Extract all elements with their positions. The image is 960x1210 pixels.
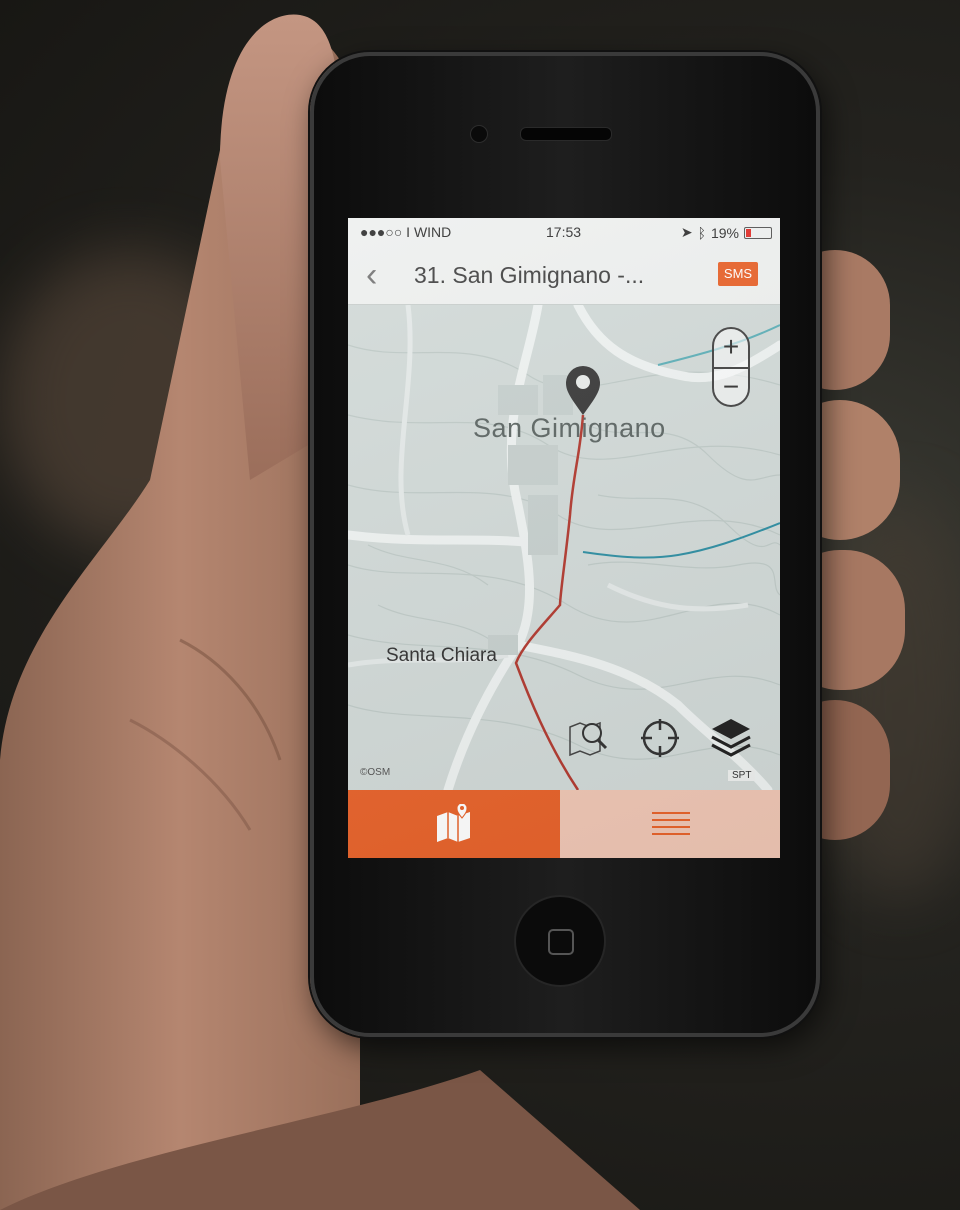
navigation-bar: ‹ 31. San Gimignano -... SMS [348, 246, 780, 305]
map-attribution: ©OSM [360, 767, 391, 778]
battery-icon [744, 226, 772, 239]
bluetooth-icon: ᛒ [697, 224, 706, 241]
status-bar: ●●●○○ I WIND 17:53 ➤ ᛒ 19% [348, 218, 780, 246]
battery-level [746, 228, 751, 237]
battery-percent: 19% [710, 224, 739, 241]
status-right: ➤ ᛒ 19% [681, 224, 772, 241]
map-view[interactable]: San Gimignano Santa Chiara + − SPT ©OSM [348, 305, 780, 790]
tab-list[interactable] [560, 790, 780, 858]
locate-crosshair-icon[interactable] [638, 716, 682, 760]
page-title: 31. San Gimignano -... [414, 262, 645, 288]
tab-bar [348, 790, 780, 858]
zoom-control: + − [712, 327, 750, 407]
phone-screen: ●●●○○ I WIND 17:53 ➤ ᛒ 19% ‹ 31. San Gim… [348, 218, 780, 858]
map-label-village: Santa Chiara [386, 645, 497, 666]
sms-button[interactable]: SMS [718, 262, 758, 286]
map-icon [437, 804, 470, 842]
home-button[interactable] [514, 895, 606, 987]
home-square-icon [548, 929, 574, 955]
clock: 17:53 [546, 224, 582, 240]
layer-badge: SPT [728, 770, 756, 781]
carrier-label: ●●●○○ I WIND [360, 224, 452, 240]
menu-icon [652, 812, 690, 835]
location-arrow-icon: ➤ [680, 224, 693, 240]
zoom-in-button[interactable]: + [714, 329, 748, 367]
layers-icon[interactable] [708, 715, 754, 761]
search-map-icon[interactable] [566, 717, 612, 759]
tab-map[interactable] [348, 790, 560, 858]
earpiece-speaker [520, 127, 612, 141]
map-label-town: San Gimignano [473, 413, 666, 443]
zoom-out-button[interactable]: − [714, 367, 748, 407]
front-camera [470, 125, 488, 143]
chevron-left-icon[interactable]: ‹ [366, 258, 377, 292]
